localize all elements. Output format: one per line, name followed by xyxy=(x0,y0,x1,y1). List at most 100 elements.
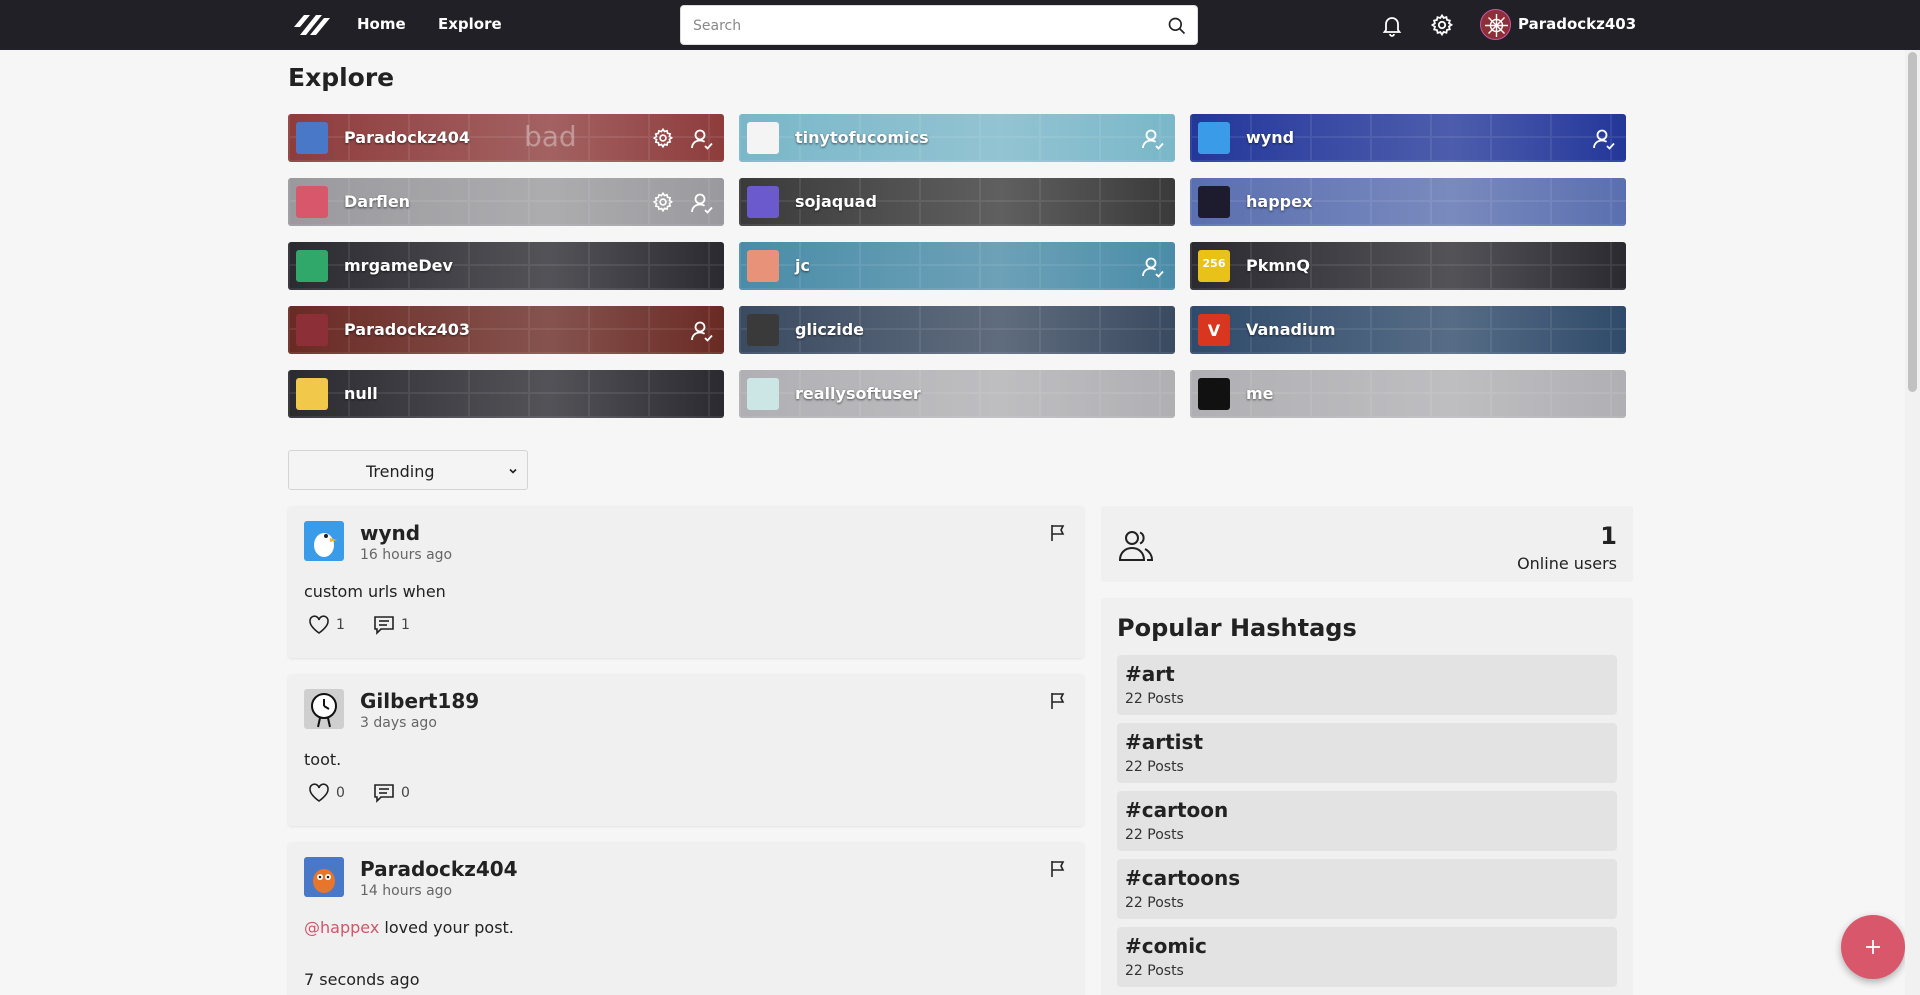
hashtag-name: #cartoon xyxy=(1125,798,1229,822)
comment-icon xyxy=(374,616,394,635)
logo-icon[interactable] xyxy=(292,9,332,41)
user-tile[interactable]: jc xyxy=(739,242,1175,290)
user-tile-avatar xyxy=(1198,122,1230,154)
user-tile[interactable]: Darflen xyxy=(288,178,724,226)
follow-icon[interactable] xyxy=(690,127,714,151)
post-author[interactable]: Gilbert189 xyxy=(360,689,479,713)
search-icon[interactable] xyxy=(1167,16,1187,36)
user-tile-name: jc xyxy=(795,256,810,275)
user-tile-name: wynd xyxy=(1246,128,1295,147)
user-tile-avatar xyxy=(296,378,328,410)
user-tile-name: PkmnQ xyxy=(1246,256,1311,275)
user-tile[interactable]: reallysoftuser xyxy=(739,370,1175,418)
post-avatar[interactable] xyxy=(304,521,344,561)
hashtag-item[interactable]: #comic 22 Posts xyxy=(1117,927,1617,987)
popular-hashtags-card: Popular Hashtags #art 22 Posts #artist 2… xyxy=(1101,598,1633,995)
banner-text: bad xyxy=(524,120,577,153)
user-tile-avatar xyxy=(747,314,779,346)
post-author[interactable]: wynd xyxy=(360,521,420,545)
user-tile[interactable]: happex xyxy=(1190,178,1626,226)
flag-icon[interactable] xyxy=(1048,859,1068,879)
post-time[interactable]: 16 hours ago xyxy=(360,547,452,563)
like-button[interactable]: 0 xyxy=(308,782,358,804)
post-author[interactable]: Paradockz404 xyxy=(360,857,518,881)
user-tile-avatar xyxy=(747,250,779,282)
hashtag-item[interactable]: #artist 22 Posts xyxy=(1117,723,1617,783)
online-label: Online users xyxy=(1517,554,1617,573)
user-tile[interactable]: mrgameDev xyxy=(288,242,724,290)
user-name-link[interactable]: Paradockz403 xyxy=(1518,15,1636,33)
hashtag-name: #art xyxy=(1125,662,1175,686)
post-time[interactable]: 3 days ago xyxy=(360,715,437,731)
online-count: 1 xyxy=(1600,522,1617,550)
flag-icon[interactable] xyxy=(1048,691,1068,711)
search-input[interactable] xyxy=(693,15,1153,37)
user-tile-avatar xyxy=(296,186,328,218)
user-tile-name: mrgameDev xyxy=(344,256,453,275)
like-count: 0 xyxy=(336,785,345,801)
post-sub-time: 7 seconds ago xyxy=(304,970,420,989)
heart-icon xyxy=(309,783,329,802)
post-card: Gilbert189 3 days ago toot. 0 0 xyxy=(288,674,1084,826)
user-tile-name: reallysoftuser xyxy=(795,384,921,403)
follow-icon[interactable] xyxy=(1592,127,1616,151)
user-tile-name: tinytofucomics xyxy=(795,128,929,147)
hashtag-item[interactable]: #cartoons 22 Posts xyxy=(1117,859,1617,919)
user-tile[interactable]: V Vanadium xyxy=(1190,306,1626,354)
flag-icon[interactable] xyxy=(1048,523,1068,543)
comment-icon xyxy=(374,784,394,803)
user-tile-avatar xyxy=(747,122,779,154)
user-tile-name: Paradockz403 xyxy=(344,320,471,339)
post-card: wynd 16 hours ago custom urls when 1 1 xyxy=(288,506,1084,658)
hashtag-count: 22 Posts xyxy=(1125,827,1184,843)
heart-icon xyxy=(309,615,329,634)
user-tile[interactable]: sojaquad xyxy=(739,178,1175,226)
nav-explore-link[interactable]: Explore xyxy=(438,15,502,33)
gear-icon[interactable] xyxy=(652,127,674,149)
user-tile-name: me xyxy=(1246,384,1274,403)
hashtag-count: 22 Posts xyxy=(1125,759,1184,775)
user-tile[interactable]: null xyxy=(288,370,724,418)
post-avatar[interactable] xyxy=(304,689,344,729)
user-tile[interactable]: wynd xyxy=(1190,114,1626,162)
user-tile[interactable]: bad Paradockz404 xyxy=(288,114,724,162)
user-tile[interactable]: me xyxy=(1190,370,1626,418)
user-tile[interactable]: gliczide xyxy=(739,306,1175,354)
top-navbar: Home Explore Paradockz403 xyxy=(0,0,1920,50)
hashtag-item[interactable]: #cartoon 22 Posts xyxy=(1117,791,1617,851)
follow-icon[interactable] xyxy=(1141,255,1165,279)
post-body: custom urls when xyxy=(304,582,446,601)
mention-link[interactable]: @happex xyxy=(304,918,379,937)
user-tile-name: Darflen xyxy=(344,192,411,211)
user-avatar[interactable] xyxy=(1480,9,1511,40)
user-tile[interactable]: Paradockz403 xyxy=(288,306,724,354)
follow-icon[interactable] xyxy=(690,319,714,343)
hashtag-item[interactable]: #art 22 Posts xyxy=(1117,655,1617,715)
comment-button[interactable]: 1 xyxy=(373,614,423,636)
post-card: Paradockz404 14 hours ago @happex loved … xyxy=(288,842,1084,995)
scrollbar-thumb[interactable] xyxy=(1908,52,1917,392)
page-scrollbar[interactable] xyxy=(1905,50,1920,995)
hashtag-name: #cartoons xyxy=(1125,866,1241,890)
post-avatar[interactable] xyxy=(304,857,344,897)
nav-home-link[interactable]: Home xyxy=(357,15,406,33)
like-button[interactable]: 1 xyxy=(308,614,358,636)
bell-icon[interactable] xyxy=(1380,13,1404,37)
comment-button[interactable]: 0 xyxy=(373,782,423,804)
follow-icon[interactable] xyxy=(690,191,714,215)
user-tile[interactable]: 256 PkmnQ xyxy=(1190,242,1626,290)
explore-user-grid: bad Paradockz404 tinytofucomics wynd Darflen… xyxy=(288,114,1628,419)
user-tile-avatar: 256 xyxy=(1198,250,1230,282)
user-tile-name: Paradockz404 xyxy=(344,128,471,147)
gear-icon[interactable] xyxy=(652,191,674,213)
plus-icon xyxy=(1866,940,1880,954)
gear-icon[interactable] xyxy=(1430,13,1454,37)
like-count: 1 xyxy=(336,617,345,633)
user-tile[interactable]: tinytofucomics xyxy=(739,114,1175,162)
sort-dropdown[interactable]: Trending xyxy=(288,450,528,490)
follow-icon[interactable] xyxy=(1141,127,1165,151)
post-time[interactable]: 14 hours ago xyxy=(360,883,452,899)
create-post-button[interactable] xyxy=(1841,915,1905,979)
user-tile-avatar xyxy=(296,122,328,154)
hashtag-count: 22 Posts xyxy=(1125,691,1184,707)
